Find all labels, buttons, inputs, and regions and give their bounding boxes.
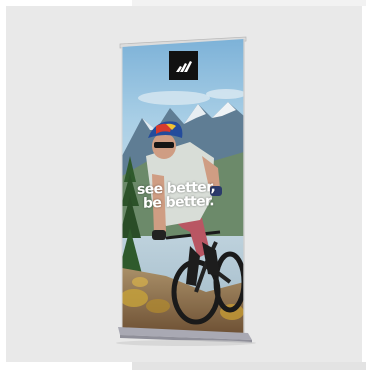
wildflowers [132, 277, 148, 287]
brand-logo-box [169, 51, 198, 80]
cloud [206, 89, 244, 99]
slogan-line-2: be better. [143, 193, 215, 212]
bottom-edge-strip [132, 362, 366, 370]
rider-sunglasses [154, 142, 174, 148]
floor-shadow [116, 340, 256, 346]
wildflowers [122, 289, 148, 307]
product-photo: see better, be better. [6, 6, 362, 362]
cloud [138, 91, 210, 105]
banner-slogan: see better, be better. [137, 179, 247, 243]
wildflowers [146, 299, 170, 313]
